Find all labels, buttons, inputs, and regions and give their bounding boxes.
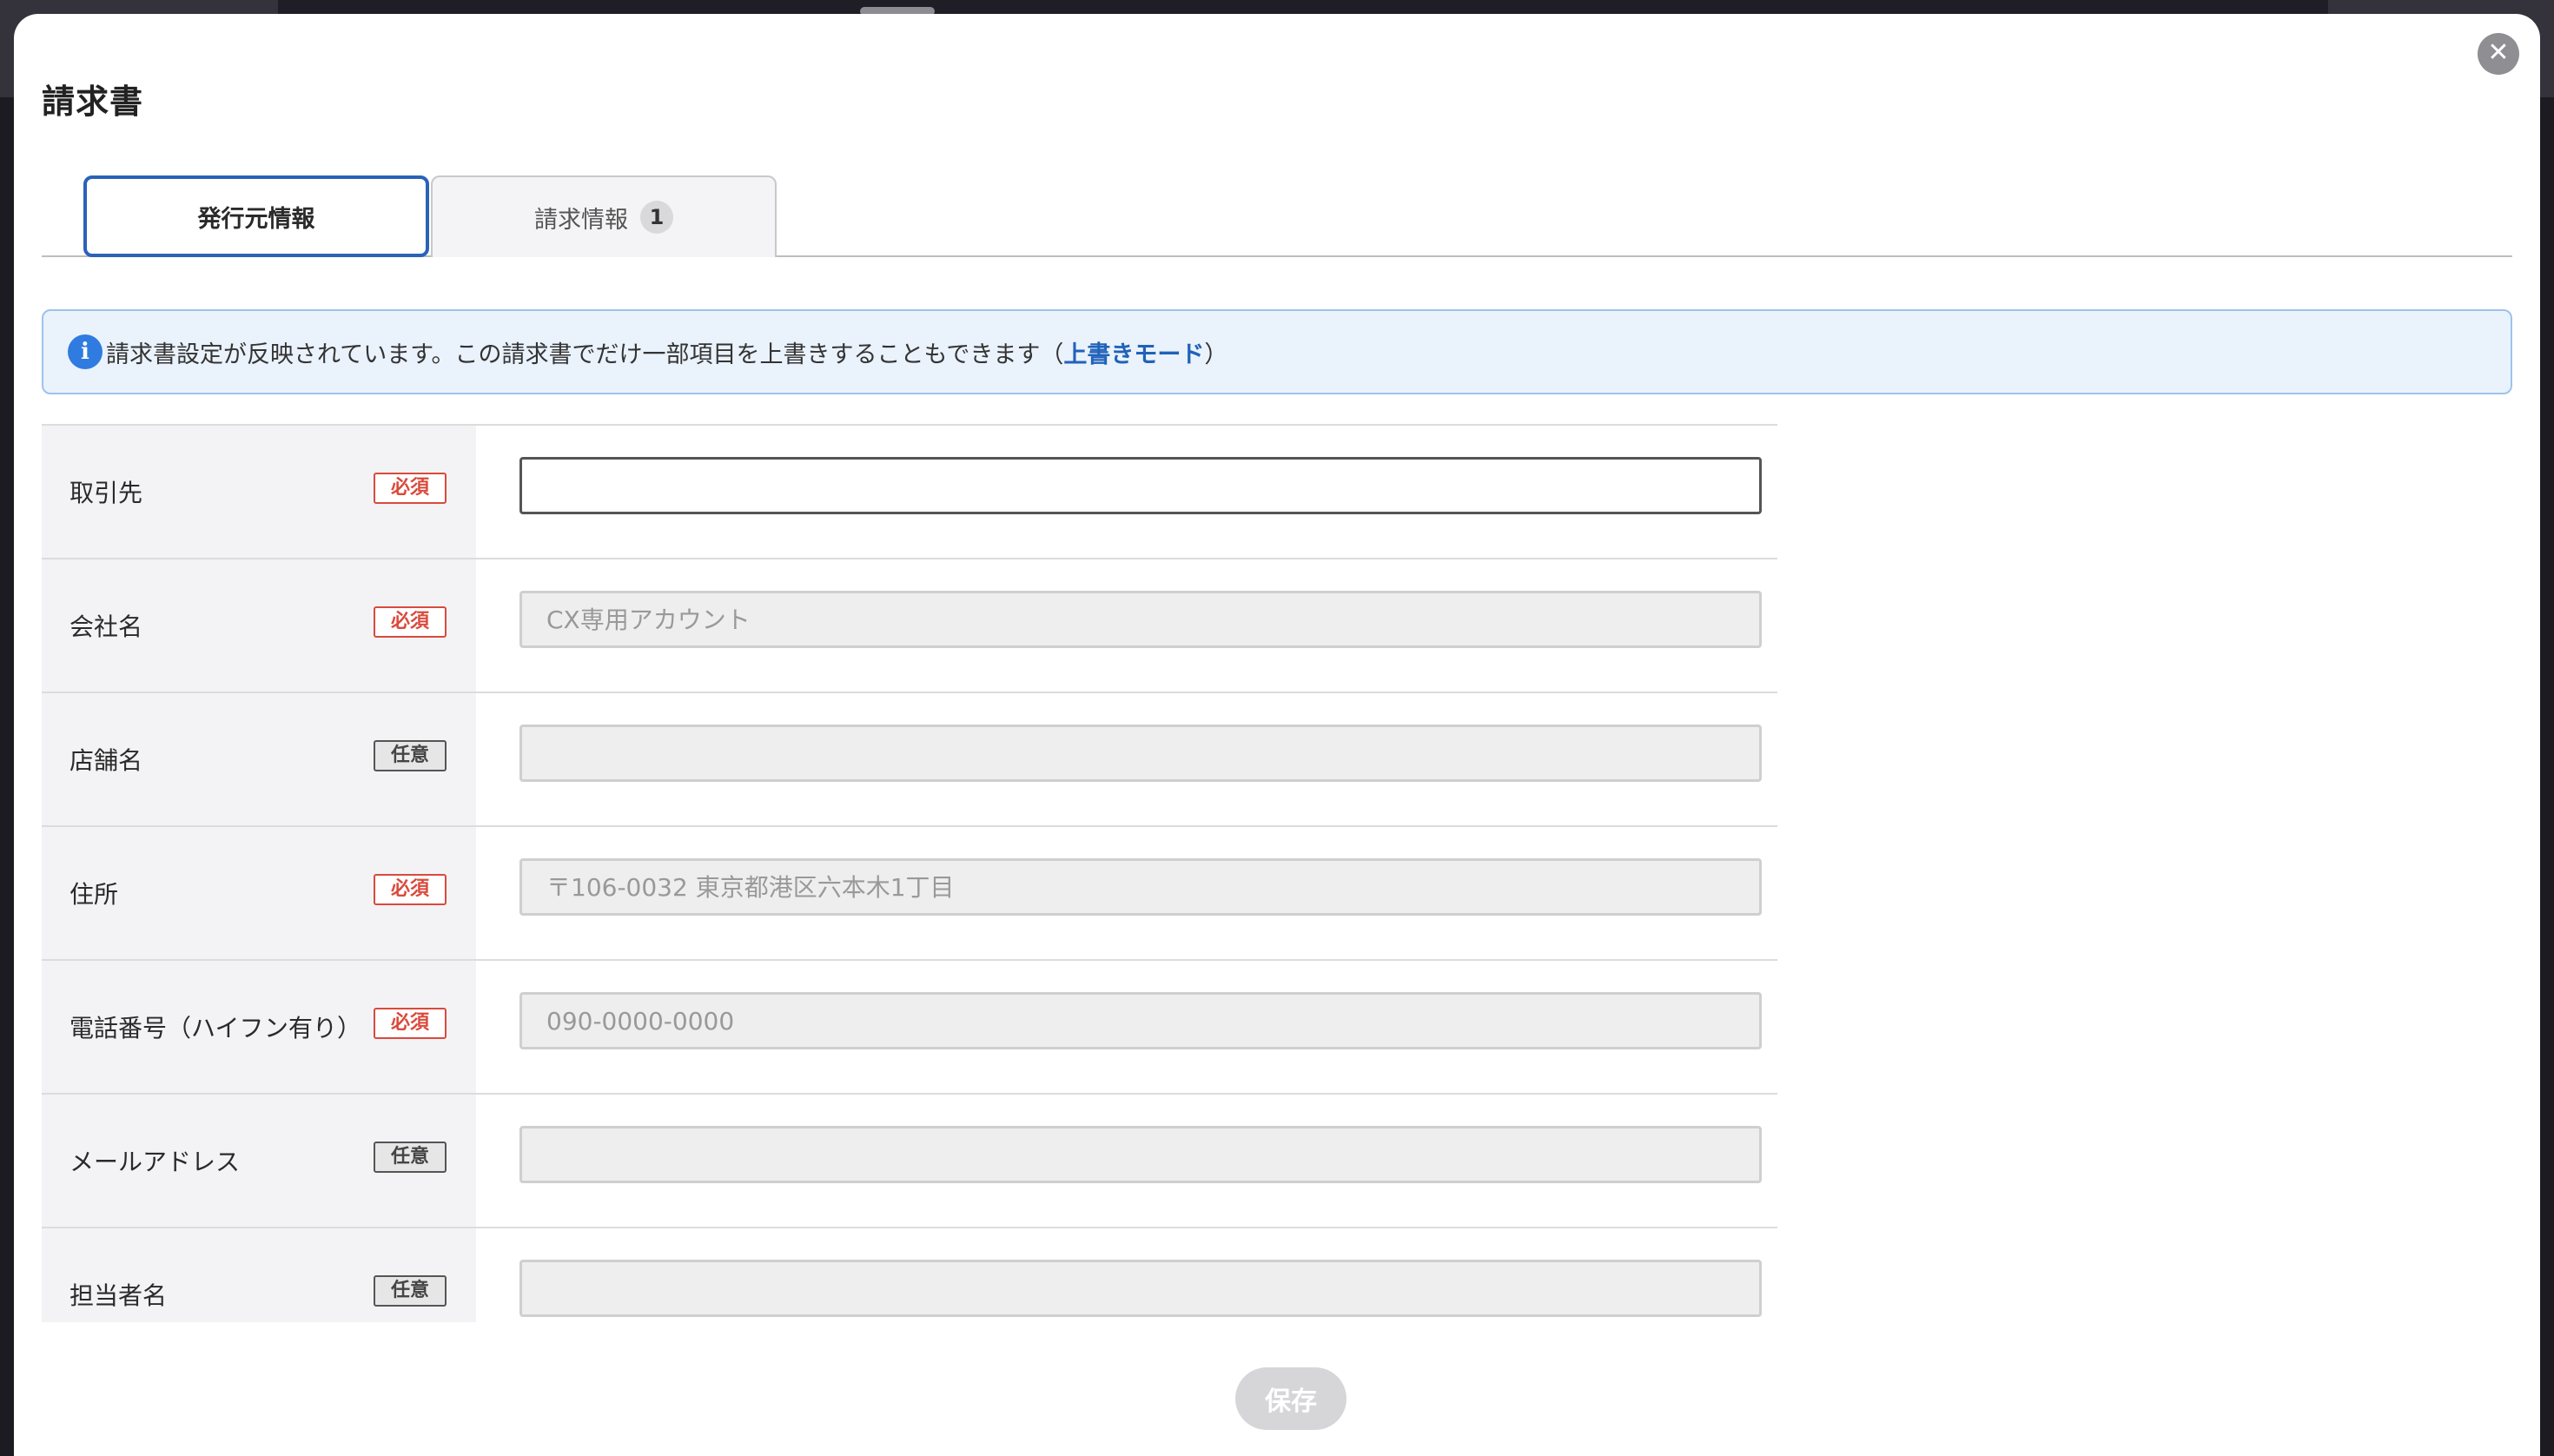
required-badge: 必須	[374, 606, 447, 638]
form-row-client: 取引先 必須	[42, 426, 1777, 559]
optional-badge: 任意	[374, 740, 447, 771]
optional-badge: 任意	[374, 1142, 447, 1173]
tab-issuer-info[interactable]: 発行元情報	[83, 175, 429, 257]
invoice-modal: 請求書 ✕ 発行元情報 請求情報 1 i 請求書設定が反映されています。この請求…	[14, 14, 2540, 1456]
form-row-company: 会社名 必須	[42, 559, 1777, 693]
tab-count-badge: 1	[640, 201, 673, 234]
row-label-cell: 取引先 必須	[42, 426, 476, 558]
tab-bar: 発行元情報 請求情報 1	[42, 162, 2512, 257]
field-label: 電話番号（ハイフン有り）	[69, 1014, 362, 1042]
address-input[interactable]	[519, 858, 1762, 916]
row-label-cell: 担当者名 任意	[42, 1228, 476, 1322]
form-row-contact: 担当者名 任意	[42, 1228, 1777, 1322]
form-row-email: メールアドレス 任意	[42, 1095, 1777, 1228]
info-message: 請求書設定が反映されています。この請求書でだけ一部項目を上書きすることもできます…	[106, 341, 1064, 368]
required-badge: 必須	[374, 1008, 447, 1039]
info-banner: i 請求書設定が反映されています。この請求書でだけ一部項目を上書きすることもでき…	[42, 309, 2512, 394]
form-row-store: 店舗名 任意	[42, 693, 1777, 827]
tab-label: 請求情報	[534, 206, 628, 234]
tab-billing-info[interactable]: 請求情報 1	[431, 175, 777, 257]
field-label: 住所	[69, 880, 119, 909]
email-input[interactable]	[519, 1126, 1762, 1183]
field-label: 担当者名	[69, 1281, 168, 1310]
field-label: メールアドレス	[69, 1148, 241, 1176]
required-badge: 必須	[374, 874, 447, 905]
form-row-address: 住所 必須	[42, 827, 1777, 961]
client-select-input[interactable]	[519, 457, 1762, 514]
field-label: 会社名	[69, 612, 143, 641]
required-badge: 必須	[374, 473, 447, 504]
row-label-cell: 会社名 必須	[42, 559, 476, 692]
company-name-input[interactable]	[519, 591, 1762, 648]
row-label-cell: メールアドレス 任意	[42, 1095, 476, 1227]
save-button[interactable]: 保存	[1235, 1367, 1346, 1430]
row-label-cell: 住所 必須	[42, 827, 476, 959]
row-label-cell: 電話番号（ハイフン有り） 必須	[42, 961, 476, 1093]
optional-badge: 任意	[374, 1275, 447, 1307]
info-icon: i	[68, 334, 103, 369]
store-name-input[interactable]	[519, 725, 1762, 782]
issuer-form: 取引先 必須 会社名 必須 店舗名 任意 住所 必須	[42, 424, 1777, 1322]
info-suffix: ）	[1204, 341, 1228, 368]
modal-title: 請求書	[42, 83, 144, 121]
contact-name-input[interactable]	[519, 1260, 1762, 1317]
form-row-phone: 電話番号（ハイフン有り） 必須	[42, 961, 1777, 1095]
field-label: 店舗名	[69, 746, 143, 775]
override-mode-link[interactable]: 上書きモード	[1063, 335, 1204, 369]
row-label-cell: 店舗名 任意	[42, 693, 476, 825]
phone-input[interactable]	[519, 992, 1762, 1049]
field-label: 取引先	[69, 479, 143, 507]
tab-label: 発行元情報	[197, 205, 315, 233]
close-icon[interactable]: ✕	[2478, 33, 2519, 75]
